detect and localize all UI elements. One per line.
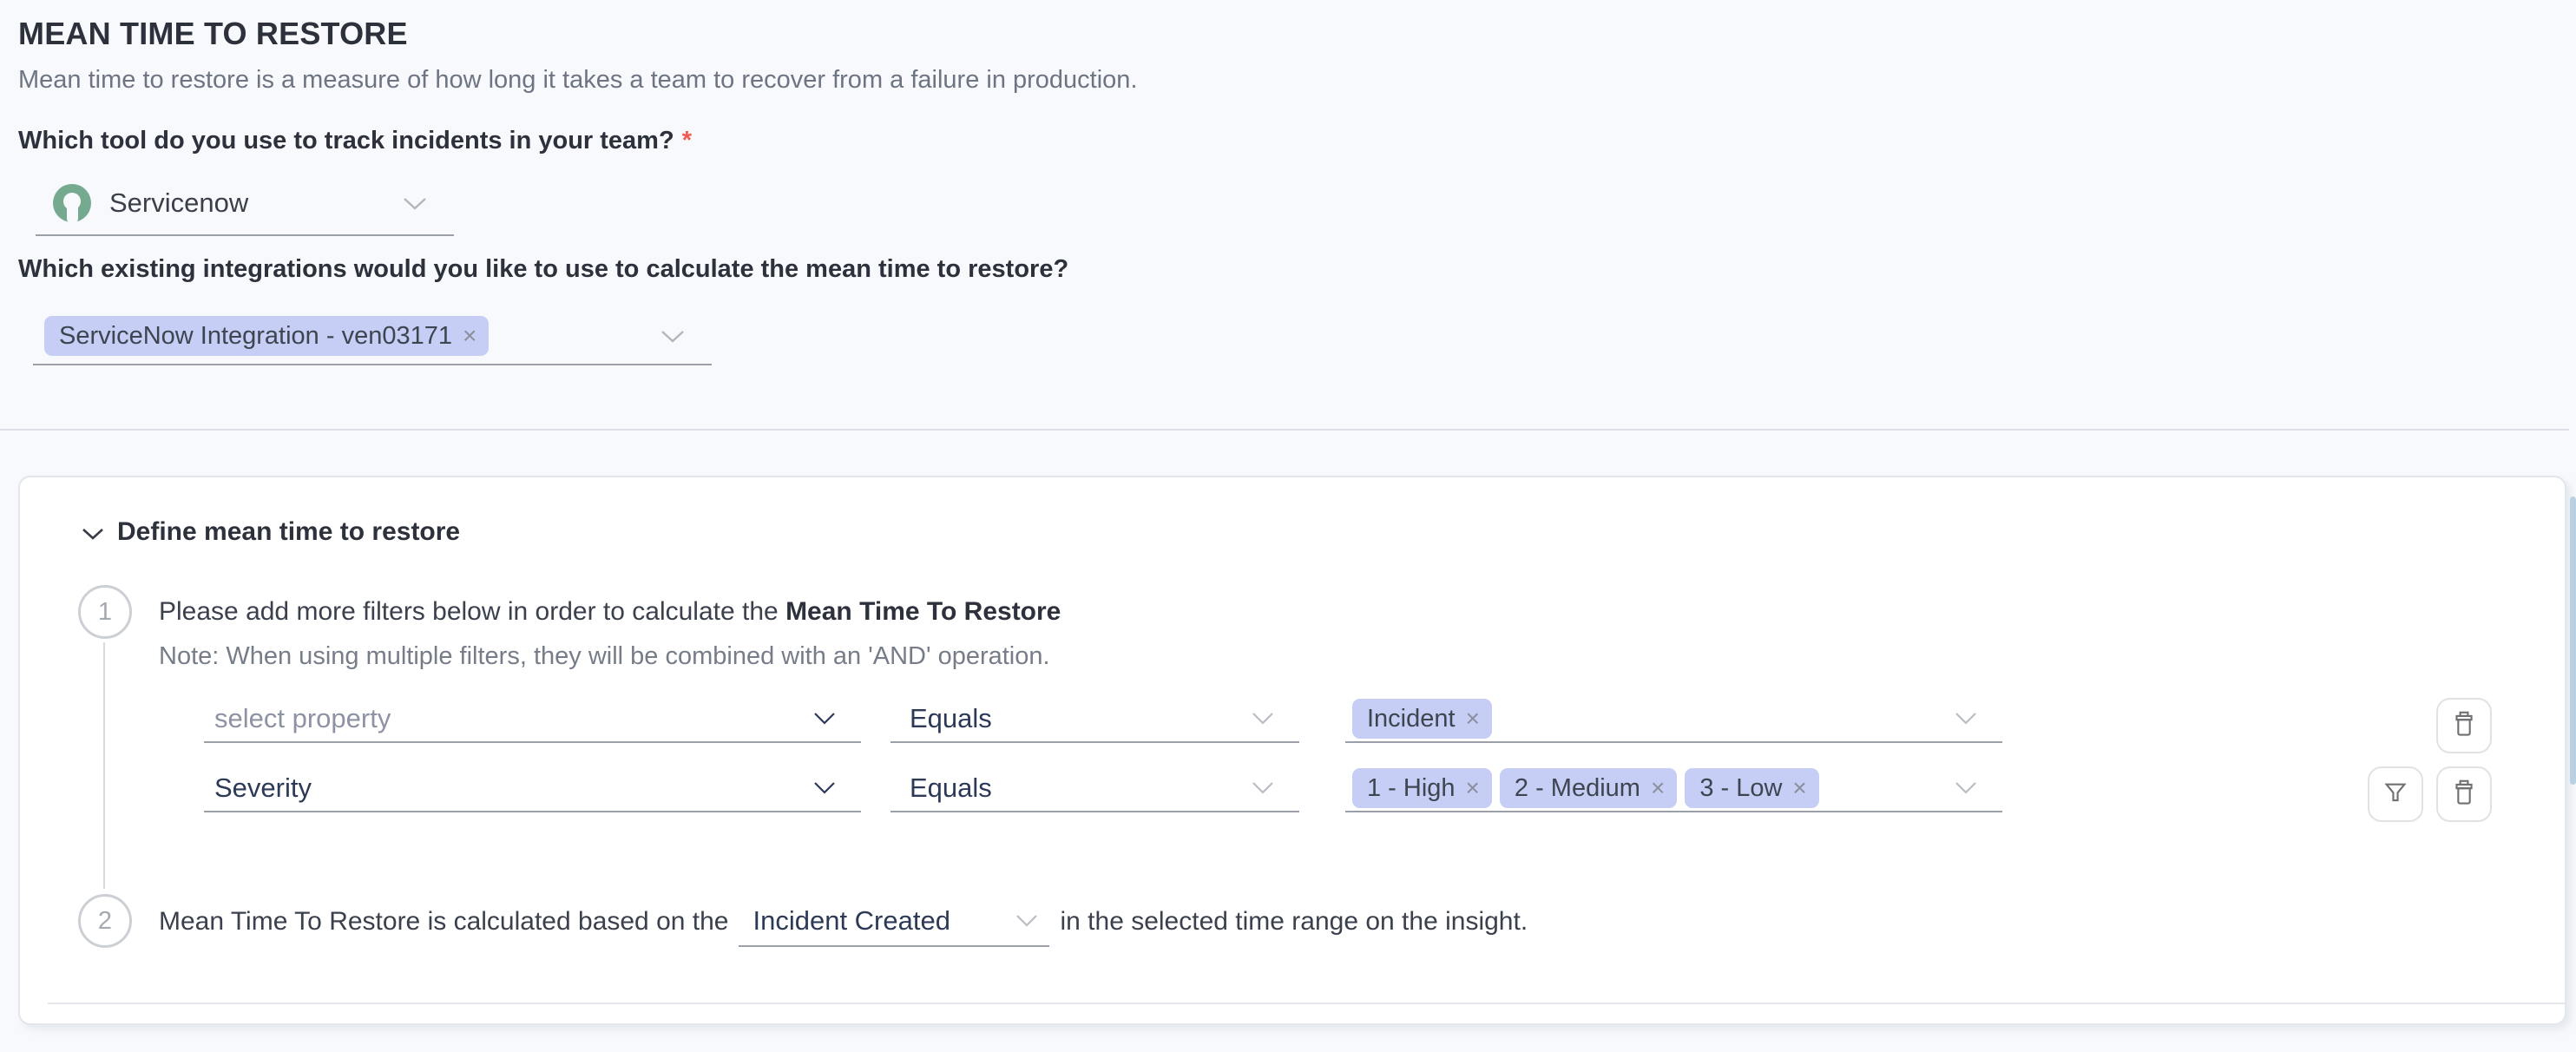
value-chip-label: Incident bbox=[1367, 705, 1456, 733]
chevron-down-icon[interactable] bbox=[812, 712, 837, 726]
page-title: MEAN TIME TO RESTORE bbox=[18, 16, 408, 52]
chip-remove-icon[interactable]: × bbox=[1792, 776, 1806, 800]
define-mttr-panel: Define mean time to restore 1 Please add… bbox=[18, 476, 2566, 1025]
value-chip: 3 - Low × bbox=[1685, 768, 1818, 808]
delete-filter-row1-button[interactable] bbox=[2436, 698, 2492, 753]
section-divider bbox=[0, 429, 2569, 431]
integration-chip-label: ServiceNow Integration - ven03171 bbox=[59, 322, 452, 351]
tool-question-label: Which tool do you use to track incidents… bbox=[18, 127, 692, 155]
required-asterisk: * bbox=[682, 127, 692, 155]
filter-row2-operator-select[interactable]: Equals bbox=[890, 766, 1299, 812]
filter-row1-values-multiselect[interactable]: Incident × bbox=[1345, 696, 2002, 743]
filter-row1-property-select[interactable]: select property bbox=[204, 696, 861, 743]
servicenow-logo-icon bbox=[53, 184, 91, 222]
timestamp-select-value: Incident Created bbox=[752, 905, 950, 937]
delete-filter-row2-button[interactable] bbox=[2436, 766, 2492, 822]
scrollbar-thumb[interactable] bbox=[2570, 496, 2576, 785]
filter-row1-property-placeholder: select property bbox=[214, 703, 391, 734]
integration-chip: ServiceNow Integration - ven03171 × bbox=[44, 316, 489, 356]
chevron-down-icon[interactable] bbox=[1954, 781, 1978, 795]
panel-title: Define mean time to restore bbox=[117, 517, 460, 547]
integrations-multiselect[interactable]: ServiceNow Integration - ven03171 × bbox=[33, 308, 712, 365]
value-chip: 1 - High × bbox=[1352, 768, 1492, 808]
chip-remove-icon[interactable]: × bbox=[1651, 776, 1665, 800]
step-1-text: Please add more filters below in order t… bbox=[159, 597, 1061, 627]
chevron-down-icon[interactable] bbox=[402, 196, 428, 211]
value-chip-label: 1 - High bbox=[1367, 774, 1456, 803]
filter-row1-operator-select[interactable]: Equals bbox=[890, 696, 1299, 743]
filter-row2-property-select[interactable]: Severity bbox=[204, 766, 861, 812]
step-1-number: 1 bbox=[98, 598, 112, 627]
chevron-down-icon[interactable] bbox=[1954, 712, 1978, 726]
mean-time-to-restore-page: MEAN TIME TO RESTORE Mean time to restor… bbox=[0, 0, 2576, 1052]
step-2-number: 2 bbox=[98, 907, 112, 936]
chevron-down-icon[interactable] bbox=[1015, 914, 1039, 928]
chevron-down-icon[interactable] bbox=[812, 781, 837, 795]
tool-select[interactable]: Servicenow bbox=[36, 172, 454, 236]
value-chip-label: 2 - Medium bbox=[1515, 774, 1640, 803]
step-1-text-bold: Mean Time To Restore bbox=[785, 597, 1061, 626]
step-2-badge: 2 bbox=[78, 894, 132, 948]
collapse-chevron-icon[interactable] bbox=[81, 527, 105, 541]
chevron-down-icon[interactable] bbox=[1251, 712, 1275, 726]
trash-icon bbox=[2450, 709, 2478, 743]
step-1-note: Note: When using multiple filters, they … bbox=[159, 642, 1050, 671]
step-connector-line bbox=[103, 642, 105, 889]
step-1-text-prefix: Please add more filters below in order t… bbox=[159, 597, 785, 626]
funnel-icon bbox=[2382, 779, 2409, 811]
value-chip-label: 3 - Low bbox=[1699, 774, 1782, 803]
chevron-down-icon[interactable] bbox=[1251, 781, 1275, 795]
filter-row1-operator-value: Equals bbox=[910, 703, 992, 734]
filter-options-button[interactable] bbox=[2368, 766, 2423, 822]
chip-remove-icon[interactable]: × bbox=[463, 324, 476, 348]
value-chip: Incident × bbox=[1352, 699, 1492, 739]
filter-row2-property-value: Severity bbox=[214, 773, 312, 804]
step-2-text-before: Mean Time To Restore is calculated based… bbox=[159, 907, 728, 937]
step-1-badge: 1 bbox=[78, 585, 132, 639]
chip-remove-icon[interactable]: × bbox=[1466, 707, 1480, 731]
integrations-question-text: Which existing integrations would you li… bbox=[18, 255, 1068, 283]
tool-question-text: Which tool do you use to track incidents… bbox=[18, 127, 674, 155]
page-subtitle: Mean time to restore is a measure of how… bbox=[18, 66, 1138, 95]
step-2-text: Mean Time To Restore is calculated based… bbox=[159, 897, 1528, 947]
value-chip: 2 - Medium × bbox=[1500, 768, 1677, 808]
step-2-text-after: in the selected time range on the insigh… bbox=[1060, 907, 1528, 937]
tool-select-value: Servicenow bbox=[109, 187, 248, 219]
filter-row2-operator-value: Equals bbox=[910, 773, 992, 804]
timestamp-select[interactable]: Incident Created bbox=[739, 897, 1049, 947]
trash-icon bbox=[2450, 778, 2478, 812]
chip-remove-icon[interactable]: × bbox=[1466, 776, 1480, 800]
integrations-question-label: Which existing integrations would you li… bbox=[18, 255, 1068, 284]
panel-footer-divider bbox=[48, 1003, 2565, 1004]
filter-row2-values-multiselect[interactable]: 1 - High × 2 - Medium × 3 - Low × bbox=[1345, 766, 2002, 812]
chevron-down-icon[interactable] bbox=[660, 329, 686, 344]
